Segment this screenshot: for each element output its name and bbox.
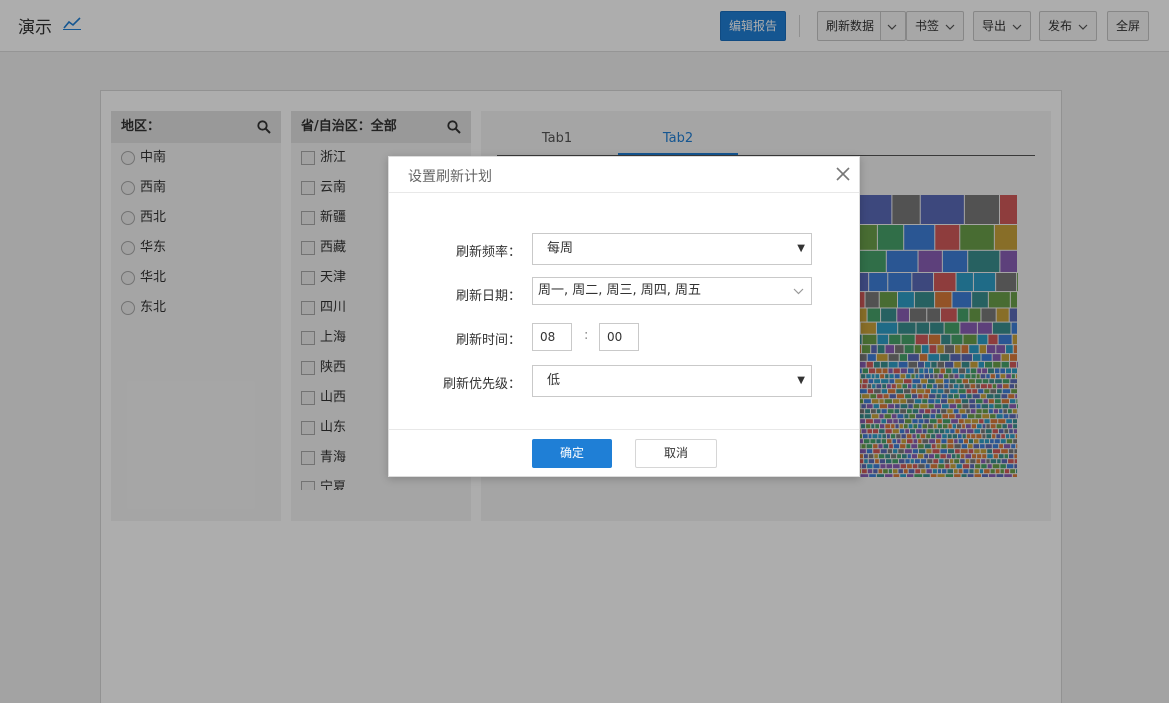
chevron-down-icon <box>793 288 804 295</box>
frequency-value: 每周 <box>547 241 574 256</box>
time-label: 刷新时间： <box>455 333 521 348</box>
dialog-title: 设置刷新计划 <box>408 169 492 185</box>
frequency-label: 刷新频率： <box>455 245 521 260</box>
date-label: 刷新日期： <box>455 289 521 304</box>
dialog-header: 设置刷新计划 <box>389 157 859 193</box>
cancel-button[interactable]: 取消 <box>635 439 717 468</box>
priority-select[interactable]: 低 ▼ <box>532 365 812 397</box>
date-value: 周一, 周二, 周三, 周四, 周五 <box>538 283 702 298</box>
refresh-schedule-dialog: 设置刷新计划 刷新频率： 每周 ▼ 刷新日期： 周一, 周二, 周三, 周四, … <box>388 156 860 477</box>
hour-input[interactable]: 08 <box>532 323 572 351</box>
minute-input[interactable]: 00 <box>599 323 639 351</box>
dialog-footer: 确定 取消 <box>389 429 859 477</box>
priority-label: 刷新优先级： <box>442 377 521 392</box>
time-separator: : <box>584 328 589 343</box>
confirm-button[interactable]: 确定 <box>532 439 612 468</box>
dropdown-arrow-icon: ▼ <box>797 375 805 386</box>
frequency-select[interactable]: 每周 ▼ <box>532 233 812 265</box>
priority-value: 低 <box>547 373 561 388</box>
close-icon[interactable] <box>836 167 850 181</box>
date-multiselect[interactable]: 周一, 周二, 周三, 周四, 周五 <box>532 277 812 305</box>
dropdown-arrow-icon: ▼ <box>797 243 805 254</box>
